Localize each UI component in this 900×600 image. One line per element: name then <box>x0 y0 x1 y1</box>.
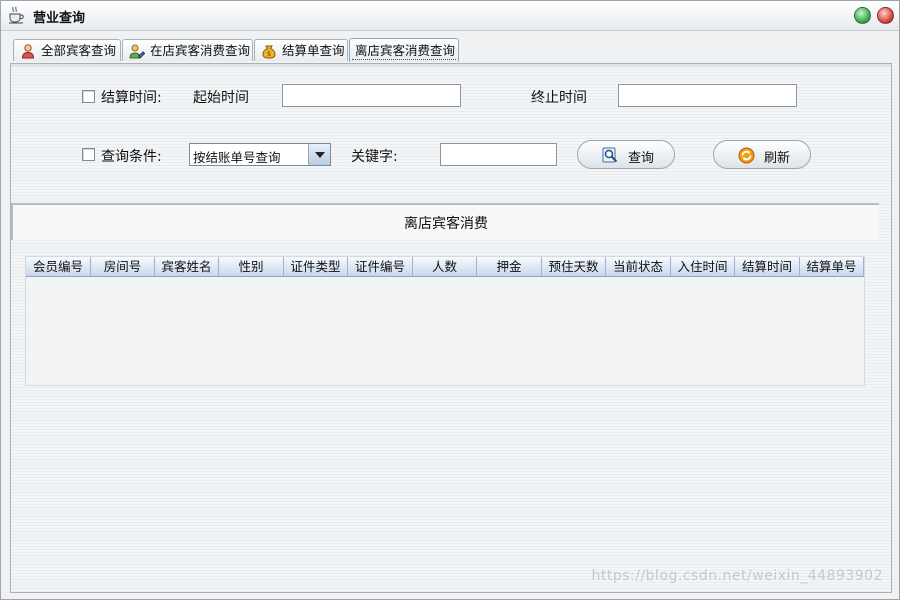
keyword-input[interactable] <box>440 143 557 166</box>
condition-label: 查询条件: <box>101 149 162 165</box>
chevron-down-icon[interactable] <box>308 144 330 165</box>
column-header[interactable]: 人数 <box>413 257 477 277</box>
column-header[interactable]: 房间号 <box>91 257 155 277</box>
close-button[interactable] <box>877 7 894 24</box>
column-header[interactable]: 性别 <box>219 257 284 277</box>
table-header: 会员编号 房间号 宾客姓名 性别 证件类型 证件编号 人数 押金 预住天数 当前… <box>26 257 864 277</box>
tab-in-house-consumption[interactable]: 在店宾客消费查询 <box>122 39 253 61</box>
keyword-label: 关键字: <box>351 149 398 165</box>
column-header[interactable]: 会员编号 <box>26 257 91 277</box>
window-title: 营业查询 <box>33 11 86 26</box>
main-window: 营业查询 全部宾客查询 在店宾客消费查询 $ 结算单查询 离店宾客消费查询 结算… <box>0 0 900 600</box>
refresh-icon <box>738 147 755 164</box>
section-header: 离店宾客消费 <box>11 203 879 240</box>
watermark: https://blog.csdn.net/weixin_44893902 <box>591 568 883 584</box>
condition-checkbox[interactable] <box>82 148 95 161</box>
start-time-label: 起始时间 <box>193 90 249 106</box>
magnifier-icon <box>602 147 618 163</box>
tab-checked-out-consumption[interactable]: 离店宾客消费查询 <box>349 38 459 62</box>
column-header[interactable]: 当前状态 <box>606 257 671 277</box>
coffee-cup-icon <box>9 6 24 24</box>
maximize-button[interactable] <box>854 7 871 24</box>
end-time-input[interactable] <box>618 84 797 107</box>
results-table[interactable]: 会员编号 房间号 宾客姓名 性别 证件类型 证件编号 人数 押金 预住天数 当前… <box>25 256 865 386</box>
column-header[interactable]: 宾客姓名 <box>155 257 219 277</box>
condition-select[interactable]: 按结账单号查询 <box>189 143 331 166</box>
tab-settlement-query[interactable]: $ 结算单查询 <box>254 39 348 61</box>
settle-time-label: 结算时间: <box>101 90 162 106</box>
column-header[interactable]: 结算时间 <box>735 257 800 277</box>
column-header[interactable]: 证件编号 <box>348 257 413 277</box>
title-bar: 营业查询 <box>1 1 899 31</box>
edit-user-icon <box>129 44 145 59</box>
column-header[interactable]: 结算单号 <box>800 257 864 277</box>
column-header[interactable]: 预住天数 <box>542 257 606 277</box>
column-header[interactable]: 押金 <box>477 257 542 277</box>
money-bag-icon: $ <box>262 45 276 59</box>
end-time-label: 终止时间 <box>531 90 587 106</box>
settle-time-checkbox[interactable] <box>82 90 95 103</box>
section-title: 离店宾客消费 <box>404 216 488 232</box>
column-header[interactable]: 证件类型 <box>284 257 348 277</box>
start-time-input[interactable] <box>282 84 461 107</box>
tab-all-guests[interactable]: 全部宾客查询 <box>13 39 121 61</box>
refresh-button[interactable]: 刷新 <box>713 140 811 169</box>
condition-select-value: 按结账单号查询 <box>193 150 281 165</box>
column-header[interactable]: 入住时间 <box>671 257 735 277</box>
person-icon <box>21 44 35 59</box>
svg-text:$: $ <box>267 50 271 58</box>
search-button[interactable]: 查询 <box>577 140 675 169</box>
tab-content-panel: 结算时间: 起始时间 终止时间 查询条件: 按结账单号查询 关键字: 查询 刷新… <box>10 63 892 593</box>
